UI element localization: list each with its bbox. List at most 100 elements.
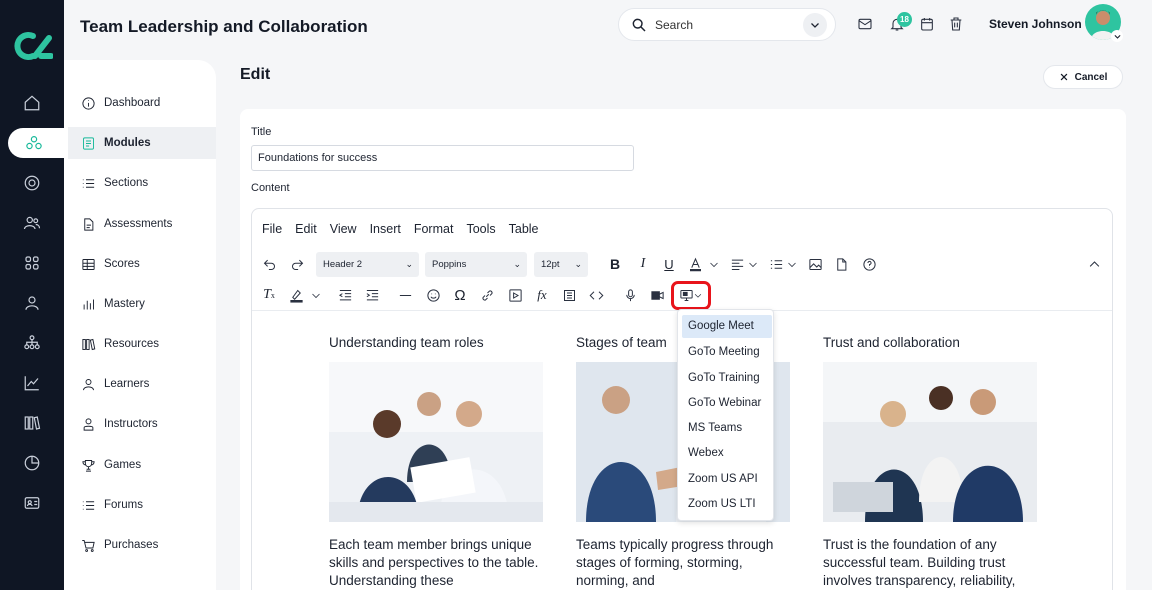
dropdown-item-zoom-api[interactable]: Zoom US API — [682, 468, 772, 491]
special-character-icon[interactable]: Ω — [451, 287, 469, 304]
sidebar-item-assessments[interactable]: Assessments — [68, 208, 216, 240]
chevron-down-icon[interactable] — [1111, 30, 1123, 42]
column-title: Stages of team — [576, 335, 667, 350]
menu-tools[interactable]: Tools — [466, 222, 495, 236]
block-format-select[interactable]: Header 2 ⌄ — [316, 252, 419, 277]
outdent-icon[interactable] — [336, 287, 354, 303]
clear-formatting-icon[interactable]: Tx — [260, 287, 278, 303]
horizontal-line-icon[interactable] — [396, 287, 414, 303]
image-icon[interactable] — [806, 256, 824, 272]
highlight-icon[interactable] — [286, 286, 306, 304]
redo-icon[interactable] — [288, 256, 306, 272]
chevron-up-icon[interactable] — [1085, 256, 1103, 272]
emoji-icon[interactable] — [424, 287, 442, 303]
indent-icon[interactable] — [363, 287, 381, 303]
document-icon[interactable] — [832, 256, 850, 272]
dropdown-item-goto-meeting[interactable]: GoTo Meeting — [682, 341, 772, 364]
dropdown-item-goto-webinar[interactable]: GoTo Webinar — [682, 392, 772, 415]
editor-menubar: File Edit View Insert Format Tools Table — [262, 222, 539, 236]
bullet-list-icon[interactable] — [767, 256, 785, 272]
chevron-down-icon[interactable] — [747, 258, 759, 270]
sidebar-item-label: Games — [104, 459, 142, 471]
menu-table[interactable]: Table — [509, 222, 539, 236]
menu-insert[interactable]: Insert — [370, 222, 401, 236]
sidebar-item-purchases[interactable]: Purchases — [68, 529, 216, 561]
column-text: Teams typically progress through stages … — [576, 537, 774, 588]
code-icon[interactable] — [587, 287, 605, 303]
chevron-down-icon[interactable] — [786, 258, 798, 270]
grid-icon[interactable] — [20, 251, 44, 275]
help-icon[interactable] — [860, 256, 878, 272]
dropdown-item-google-meet[interactable]: Google Meet — [682, 315, 772, 338]
media-icon[interactable] — [506, 287, 524, 303]
menu-edit[interactable]: Edit — [295, 222, 317, 236]
cart-icon — [80, 537, 96, 553]
modules-rail-active[interactable] — [8, 128, 66, 158]
font-family-select[interactable]: Poppins ⌄ — [425, 252, 527, 277]
italic-icon[interactable]: I — [634, 256, 652, 272]
user-name[interactable]: Steven Johnson — [989, 17, 1082, 31]
align-icon[interactable] — [728, 256, 746, 272]
sidebar-item-sections[interactable]: Sections — [68, 167, 216, 199]
search-box[interactable]: Search — [618, 8, 836, 41]
microphone-icon[interactable] — [621, 287, 639, 303]
sidebar-item-resources[interactable]: Resources — [68, 328, 216, 360]
sidebar-item-forums[interactable]: Forums — [68, 489, 216, 521]
menu-format[interactable]: Format — [414, 222, 454, 236]
hierarchy-icon[interactable] — [20, 331, 44, 355]
cancel-button[interactable]: Cancel — [1043, 65, 1123, 89]
font-size-select[interactable]: 12pt ⌄ — [534, 252, 588, 277]
sidebar-item-dashboard[interactable]: Dashboard — [68, 87, 216, 119]
menu-file[interactable]: File — [262, 222, 282, 236]
sidebar-item-label: Forums — [104, 499, 143, 511]
sidebar-item-label: Learners — [104, 378, 150, 390]
target-icon[interactable] — [20, 171, 44, 195]
trophy-icon — [80, 457, 96, 473]
bold-icon[interactable]: B — [606, 256, 624, 272]
bar-chart-icon — [80, 296, 96, 312]
calendar-icon[interactable] — [919, 16, 937, 34]
library-icon[interactable] — [20, 411, 44, 435]
text-color-icon[interactable] — [685, 254, 705, 274]
sidebar-item-games[interactable]: Games — [68, 449, 216, 481]
users-icon[interactable] — [20, 211, 44, 235]
menu-view[interactable]: View — [330, 222, 357, 236]
template-icon[interactable] — [560, 287, 578, 303]
search-dropdown-button[interactable] — [803, 13, 827, 37]
formula-icon[interactable]: fx — [533, 287, 551, 303]
underline-icon[interactable]: U — [660, 256, 678, 272]
link-icon[interactable] — [478, 287, 496, 303]
dropdown-item-zoom-lti[interactable]: Zoom US LTI — [682, 493, 772, 516]
home-icon[interactable] — [20, 91, 44, 115]
sidebar-item-label: Instructors — [104, 418, 158, 430]
undo-icon[interactable] — [260, 256, 278, 272]
top-header: Team Leadership and Collaboration Search… — [64, 0, 1152, 56]
search-input[interactable]: Search — [655, 18, 693, 32]
edit-heading: Edit — [240, 66, 271, 83]
dropdown-item-goto-training[interactable]: GoTo Training — [682, 367, 772, 390]
chevron-down-icon: ⌄ — [513, 259, 521, 269]
sidebar-item-instructors[interactable]: Instructors — [68, 408, 216, 440]
person-icon[interactable] — [20, 291, 44, 315]
dropdown-item-webex[interactable]: Webex — [682, 442, 772, 465]
video-icon[interactable] — [648, 287, 666, 303]
mail-icon[interactable] — [857, 16, 875, 34]
notification-badge: 18 — [897, 12, 912, 27]
pie-chart-icon[interactable] — [20, 451, 44, 475]
sidebar-item-mastery[interactable]: Mastery — [68, 288, 216, 320]
app-logo[interactable] — [11, 30, 53, 62]
chevron-down-icon[interactable] — [708, 258, 720, 270]
line-chart-icon[interactable] — [20, 371, 44, 395]
sidebar-item-learners[interactable]: Learners — [68, 368, 216, 400]
sidebar-item-modules[interactable]: Modules — [68, 127, 216, 159]
dropdown-item-ms-teams[interactable]: MS Teams — [682, 417, 772, 440]
chevron-down-icon[interactable] — [310, 289, 322, 301]
team-roles-photo — [329, 362, 543, 522]
sidebar-item-scores[interactable]: Scores — [68, 248, 216, 280]
instructor-icon — [80, 416, 96, 432]
title-input[interactable]: Foundations for success — [251, 145, 634, 171]
person-icon — [80, 376, 96, 392]
id-card-icon[interactable] — [20, 491, 44, 515]
trash-icon[interactable] — [948, 16, 966, 34]
column-text: Trust is the foundation of any successfu… — [823, 537, 1016, 588]
